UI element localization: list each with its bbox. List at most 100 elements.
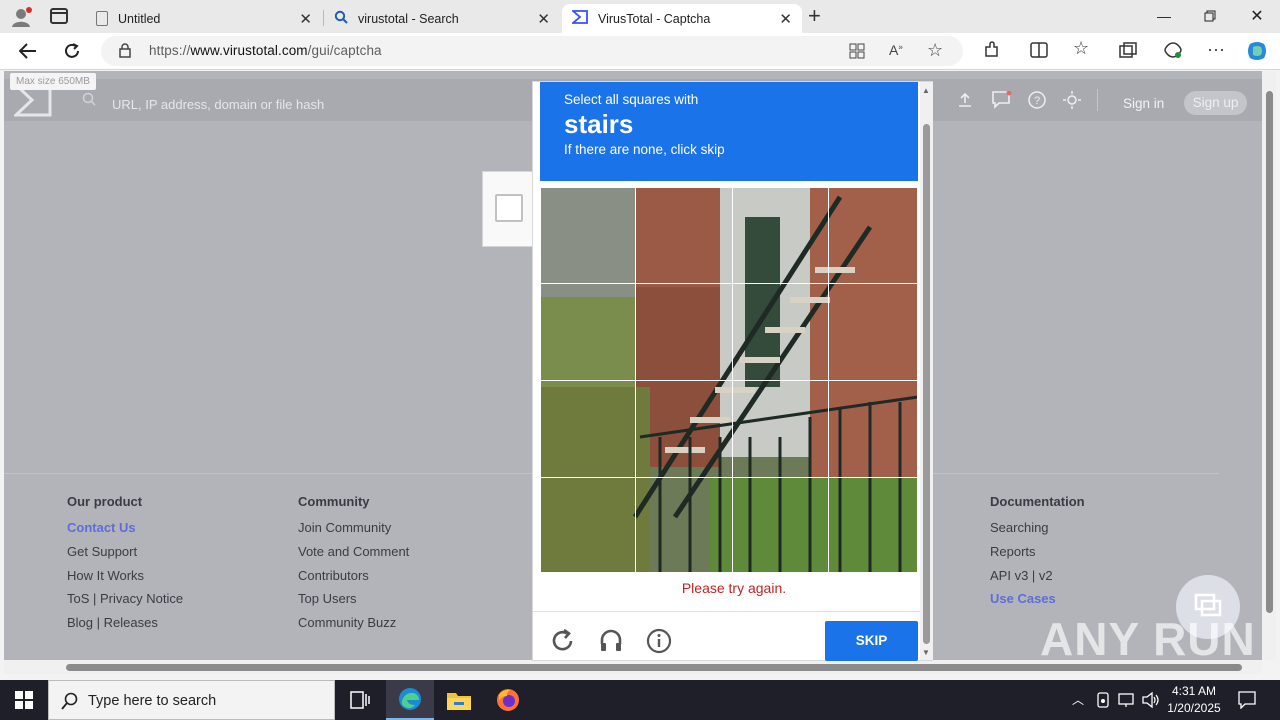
windows-start-icon[interactable] xyxy=(0,680,48,720)
footer-link[interactable]: Reports xyxy=(990,544,1085,568)
edge-browser-icon[interactable] xyxy=(386,680,434,720)
footer-link[interactable]: Vote and Comment xyxy=(298,544,409,568)
minimize-button[interactable]: — xyxy=(1141,0,1187,32)
captcha-tile[interactable] xyxy=(540,283,636,381)
skip-button[interactable]: SKIP xyxy=(825,621,918,661)
close-window-button[interactable]: ✕ xyxy=(1234,0,1280,32)
restore-button[interactable] xyxy=(1187,0,1233,32)
footer-link[interactable]: Blog | Releases xyxy=(67,615,183,639)
captcha-tile[interactable] xyxy=(828,187,918,284)
captcha-scrollbar[interactable]: ▲ ▼ xyxy=(920,82,933,660)
captcha-prompt-header: Select all squares with stairs If there … xyxy=(540,82,918,181)
clock-time: 4:31 AM xyxy=(1171,684,1217,698)
anyrun-watermark: ANY RUN xyxy=(1040,613,1256,665)
captcha-checkbox[interactable] xyxy=(495,194,523,222)
help-icon[interactable]: ? xyxy=(1028,91,1046,114)
footer-col-our-product: Our product Contact Us Get Support How I… xyxy=(67,494,183,639)
address-bar[interactable]: https://www.virustotal.com/gui/captcha A… xyxy=(101,36,963,66)
task-view-icon[interactable] xyxy=(336,680,384,720)
footer-link[interactable]: Contributors xyxy=(298,568,409,592)
footer-link[interactable]: API v3 | v2 xyxy=(990,568,1085,592)
back-button[interactable] xyxy=(13,37,43,65)
captcha-tile[interactable] xyxy=(828,380,918,478)
footer-link[interactable]: Contact Us xyxy=(67,520,183,544)
captcha-tile[interactable] xyxy=(828,283,918,381)
tab-virustotal-captcha[interactable]: VirusTotal - Captcha ✕ xyxy=(562,4,802,33)
captcha-tile[interactable] xyxy=(828,477,918,573)
theme-toggle-icon[interactable] xyxy=(1062,90,1082,115)
captcha-tile[interactable] xyxy=(635,477,733,573)
captcha-tile[interactable] xyxy=(732,477,829,573)
footer-link[interactable]: Searching xyxy=(990,520,1085,544)
page-vertical-scrollbar[interactable] xyxy=(1262,71,1276,660)
reload-icon[interactable] xyxy=(550,628,576,654)
search-input[interactable]: URL, IP address, domain or file hash xyxy=(112,97,324,112)
footer-col-community: Community Join Community Vote and Commen… xyxy=(298,494,409,639)
captcha-tile[interactable] xyxy=(540,187,636,284)
footer-link[interactable]: Get Support xyxy=(67,544,183,568)
close-icon[interactable]: ✕ xyxy=(779,10,792,28)
svg-text:?: ? xyxy=(1034,95,1040,107)
firefox-icon[interactable] xyxy=(484,680,532,720)
tab-untitled[interactable]: Untitled ✕ xyxy=(86,4,322,33)
captcha-tile[interactable] xyxy=(540,477,636,573)
footer-link[interactable]: ToS | Privacy Notice xyxy=(67,591,183,615)
close-icon[interactable]: ✕ xyxy=(537,10,550,28)
device-icon[interactable] xyxy=(1096,692,1110,713)
close-icon[interactable]: ✕ xyxy=(299,10,312,28)
search-icon xyxy=(61,692,79,715)
tab-actions-icon[interactable] xyxy=(50,8,68,24)
captcha-tile[interactable] xyxy=(635,380,733,478)
captcha-tile[interactable] xyxy=(732,380,829,478)
scroll-down-arrow-icon[interactable]: ▼ xyxy=(922,648,930,657)
chat-icon[interactable] xyxy=(992,90,1012,114)
scrollbar-thumb[interactable] xyxy=(923,124,930,644)
favorites-icon[interactable]: ☆ xyxy=(1073,38,1089,59)
refresh-button[interactable] xyxy=(57,37,87,65)
captcha-tile[interactable] xyxy=(732,187,829,284)
captcha-tile[interactable] xyxy=(635,283,733,381)
captcha-tile[interactable] xyxy=(732,283,829,381)
footer-link[interactable]: Join Community xyxy=(298,520,409,544)
read-aloud-icon[interactable]: A» xyxy=(889,42,903,58)
lock-icon[interactable] xyxy=(119,43,131,63)
browser-essentials-icon[interactable] xyxy=(1163,41,1183,64)
scroll-up-arrow-icon[interactable]: ▲ xyxy=(922,86,930,95)
new-tab-button[interactable]: + xyxy=(808,3,821,29)
profile-icon[interactable] xyxy=(10,6,32,28)
split-screen-icon[interactable] xyxy=(1030,42,1048,63)
footer-link[interactable]: Top Users xyxy=(298,591,409,615)
footer-link[interactable]: Community Buzz xyxy=(298,615,409,639)
clock-date: 1/20/2025 xyxy=(1167,701,1221,715)
more-menu-icon[interactable]: ··· xyxy=(1207,39,1225,60)
captcha-challenge-dialog: Select all squares with stairs If there … xyxy=(532,81,933,661)
notifications-icon[interactable] xyxy=(1238,691,1256,714)
system-clock[interactable]: 4:31 AM 1/20/2025 xyxy=(1164,683,1224,717)
extensions-icon[interactable] xyxy=(982,41,1000,64)
url-text[interactable]: https://www.virustotal.com/gui/captcha xyxy=(149,43,382,58)
favorite-star-icon[interactable]: ☆ xyxy=(927,40,943,61)
scrollbar-thumb[interactable] xyxy=(1266,91,1273,613)
browser-tab-bar: Untitled ✕ virustotal - Search ✕ VirusTo… xyxy=(0,0,1280,33)
captcha-tile[interactable] xyxy=(540,380,636,478)
upload-icon[interactable] xyxy=(957,92,973,113)
collections-icon[interactable] xyxy=(1119,42,1137,63)
footer-heading: Our product xyxy=(67,494,143,509)
sign-up-button[interactable]: Sign up xyxy=(1184,91,1247,115)
footer-link[interactable]: How It Works xyxy=(67,568,183,592)
app-available-icon[interactable] xyxy=(849,43,865,64)
volume-icon[interactable] xyxy=(1142,691,1160,713)
footer-col-documentation: Documentation Searching Reports API v3 |… xyxy=(990,494,1085,615)
info-icon[interactable] xyxy=(646,628,672,654)
audio-icon[interactable] xyxy=(598,628,624,654)
captcha-tile[interactable] xyxy=(635,187,733,284)
captcha-footer-divider xyxy=(533,611,923,612)
search-icon xyxy=(334,10,348,27)
file-explorer-icon[interactable] xyxy=(435,680,483,720)
tab-virustotal-search[interactable]: virustotal - Search ✕ xyxy=(324,4,560,33)
sign-in-link[interactable]: Sign in xyxy=(1123,96,1164,111)
copilot-icon[interactable] xyxy=(1246,40,1268,67)
network-icon[interactable] xyxy=(1118,692,1136,713)
taskbar-search-box[interactable]: Type here to search xyxy=(48,680,335,720)
show-hidden-icons-icon[interactable]: ︿ xyxy=(1072,691,1084,708)
